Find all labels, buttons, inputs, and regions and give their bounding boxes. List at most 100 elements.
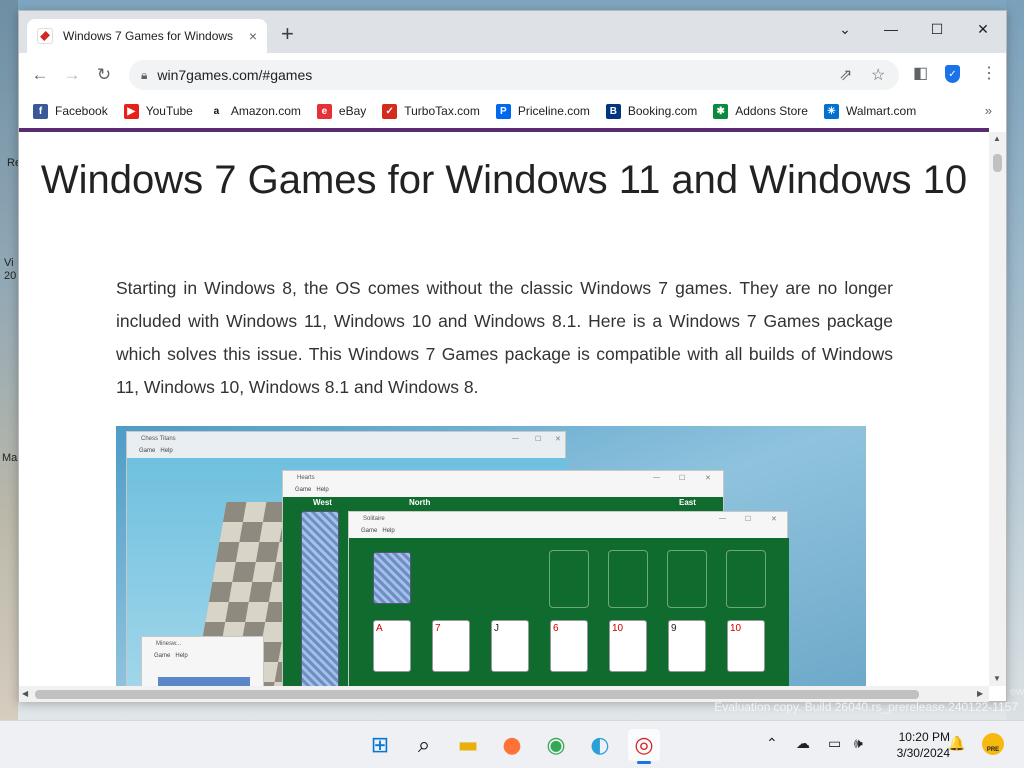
hearts-north-label: North [409,498,431,507]
minesweeper-titlebar: Minesw... [156,641,182,647]
menu-help: Help [160,448,173,454]
chrome[interactable]: ◉ [540,729,572,761]
side-panel-icon[interactable]: ◧ [913,63,928,83]
bookmark-ebay[interactable]: e eBay [316,103,366,119]
file-explorer-icon: ▬ [457,732,479,758]
chess-close-icon: ✕ [555,436,561,443]
solitaire-menu: Game Help [349,528,787,538]
addons-icon: ✱ [713,103,729,119]
hearts-east-label: East [679,498,696,507]
volume-icon[interactable]: 🕪 [854,735,863,752]
file-explorer[interactable]: ▬ [452,729,484,761]
foundation-slot [726,550,766,608]
start-button[interactable]: ⊞ [364,729,396,761]
forward-button[interactable]: → [56,59,88,91]
maximize-button[interactable]: ☐ [914,15,960,43]
tableau-card: 10 [609,620,647,672]
bookmark-priceline-com[interactable]: P Priceline.com [495,103,590,119]
edge-app[interactable]: ◐ [584,729,616,761]
evaluation-watermark: Evaluation copy. Build 26040.rs_prerelea… [714,700,1018,714]
reload-button[interactable]: ↻ [88,59,120,91]
page-content: Windows 7 Games for Windows 11 and Windo… [19,132,989,686]
desktop-icon-label: Vi [4,257,14,269]
facebook-icon: f [33,103,48,119]
minimize-button[interactable]: — [868,15,914,43]
tableau-card: A [373,620,411,672]
back-button[interactable]: ← [24,59,56,91]
chess-titlebar: Chess Titans [141,436,176,442]
system-clock[interactable]: 10:20 PM 3/30/2024 [880,729,950,761]
bookmark-label: YouTube [145,104,193,118]
insider-pre-badge-icon[interactable]: PRE [982,733,1004,755]
menu-game: Game [361,528,378,534]
tab-win7games[interactable]: Windows 7 Games for Windows 11 and Windo… [27,19,267,53]
hearts-card-stack [301,511,339,686]
url-input[interactable] [157,67,758,83]
bookmarks-overflow-icon[interactable]: » [985,103,992,118]
foundation-slot [667,550,707,608]
bookmark-booking-com[interactable]: B Booking.com [605,103,697,119]
tableau-card: 7 [432,620,470,672]
walmart-icon: ✳ [823,103,839,119]
firefox-icon: ● [502,732,522,758]
solitaire-close-icon: ✕ [771,516,777,523]
tableau-card: 6 [550,620,588,672]
vertical-scrollbar[interactable]: ▲ ▼ [989,132,1006,686]
firefox[interactable]: ● [496,729,528,761]
bookmark-walmart-com[interactable]: ✳ Walmart.com [823,103,916,119]
tray-overflow-chevron-icon[interactable]: ⌃ [766,735,778,752]
scroll-up-arrow-icon[interactable]: ▲ [993,134,1001,143]
hearts-menu: Game Help [283,487,723,497]
vertical-scroll-thumb[interactable] [993,154,1002,172]
desktop-icon-label: Ma [2,452,18,464]
stock-pile [373,552,411,604]
bookmark-amazon-com[interactable]: a Amazon.com [208,103,301,119]
address-bar[interactable]: 🔒︎ ⇗ ☆ [129,60,899,90]
browser-menu-icon[interactable]: ⋮ [981,63,997,83]
bookmark-star-icon[interactable]: ☆ [871,65,885,85]
win7games-app[interactable]: ◎ [628,729,660,764]
chrome-icon: ◉ [546,732,566,758]
menu-game: Game [295,487,312,493]
scroll-left-arrow-icon[interactable]: ◀ [22,689,28,698]
win7games-app-icon: ◎ [634,732,654,758]
search-button[interactable]: ⌕ [408,729,440,761]
bookmark-addons-store[interactable]: ✱ Addons Store [713,103,808,119]
bookmark-facebook[interactable]: f Facebook [33,103,108,119]
bookmark-turbotax-com[interactable]: ✓ TurboTax.com [382,103,480,119]
new-tab-button[interactable]: + [281,23,294,45]
intro-paragraph: Starting in Windows 8, the OS comes with… [116,278,893,397]
lock-icon[interactable]: 🔒︎ [141,68,147,83]
hearts-close-icon: ✕ [705,475,711,482]
close-window-button[interactable]: ✕ [960,15,1006,43]
scroll-right-arrow-icon[interactable]: ▶ [977,689,983,698]
tab-close-icon[interactable]: × [249,28,257,44]
network-icon[interactable]: ▭ [828,735,841,752]
start-button-icon: ⊞ [370,732,390,758]
chess-minimize-icon: — [512,435,519,442]
horizontal-scroll-thumb[interactable] [35,690,919,699]
desktop-icon-label: 20 [4,270,17,282]
bookmark-youtube[interactable]: ▶ YouTube [123,103,193,119]
hearts-west-label: West [313,498,332,507]
browser-toolbar: ← → ↻ 🔒︎ ⇗ ☆ ◧ ✓ ⋮ [19,53,1006,97]
menu-help: Help [175,653,188,659]
scroll-down-arrow-icon[interactable]: ▼ [993,674,1001,683]
extension-shield-icon[interactable]: ✓ [945,65,960,83]
hearts-minimize-icon: — [653,474,660,481]
bookmark-label: Addons Store [735,104,808,118]
notifications-bell-icon[interactable]: 🔔 [948,735,965,752]
chess-menu: Game Help [127,448,565,458]
search-button-icon: ⌕ [417,732,431,758]
tableau-card: J [491,620,529,672]
bookmark-label: Amazon.com [230,104,301,118]
foundation-slot [549,550,589,608]
browser-window: Windows 7 Games for Windows 11 and Windo… [18,10,1007,702]
youtube-icon: ▶ [123,103,139,119]
onedrive-cloud-icon[interactable]: ☁ [796,735,810,752]
minesweeper-grid [158,677,250,686]
bookmark-label: Priceline.com [517,104,590,118]
tab-search-button[interactable]: ⌄ [822,15,868,43]
solitaire-table: A 7 J 6 10 9 10 [349,538,789,686]
share-icon[interactable]: ⇗ [839,65,852,85]
